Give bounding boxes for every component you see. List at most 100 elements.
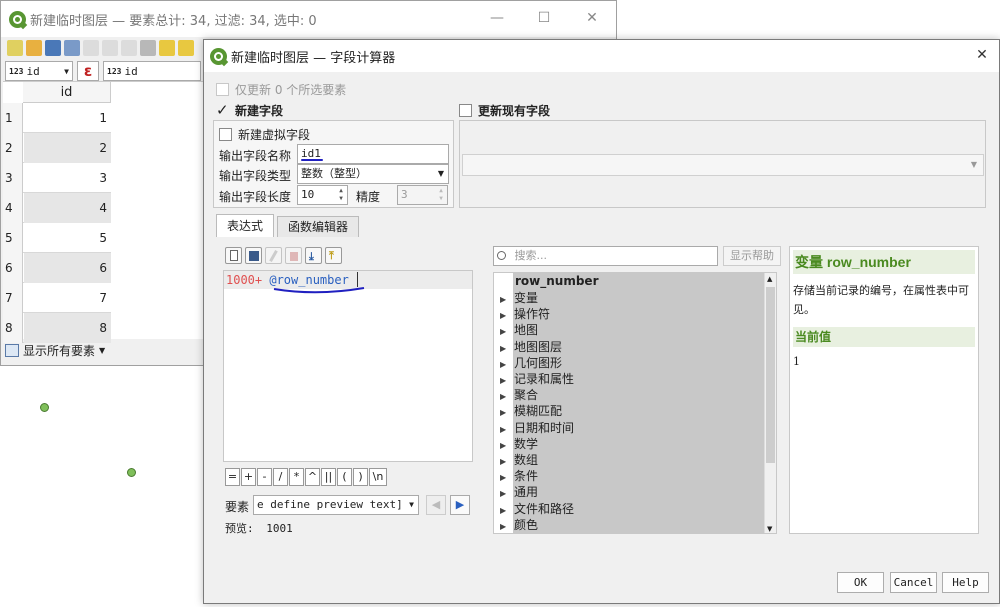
tree-item[interactable]: ▶ 数学 bbox=[500, 436, 538, 452]
export-icon[interactable]: ⤒ bbox=[325, 247, 342, 264]
table-row[interactable]: 22 bbox=[3, 133, 111, 163]
tree-item[interactable]: ▶ 通用 bbox=[500, 484, 538, 500]
row-number[interactable]: 1 bbox=[3, 103, 23, 133]
tree-item[interactable]: ▶ 地图图层 bbox=[500, 339, 562, 355]
cell-id[interactable]: 2 bbox=[24, 133, 111, 163]
map-point-feature[interactable] bbox=[40, 403, 49, 412]
tree-item-row-number[interactable]: row_number bbox=[515, 273, 598, 289]
cell-id[interactable]: 5 bbox=[24, 223, 111, 253]
row-number[interactable]: 7 bbox=[3, 283, 23, 313]
cut-icon[interactable] bbox=[102, 40, 118, 56]
cell-id[interactable]: 3 bbox=[24, 163, 111, 193]
existing-field-combo[interactable]: ▼ bbox=[462, 154, 984, 176]
operator-button[interactable]: ^ bbox=[305, 468, 320, 486]
row-number[interactable]: 6 bbox=[3, 253, 23, 283]
toggle-edit-icon[interactable] bbox=[7, 40, 23, 56]
previous-feature-button[interactable]: ◀ bbox=[426, 495, 446, 515]
select-all-icon[interactable] bbox=[178, 40, 194, 56]
paste-icon[interactable] bbox=[140, 40, 156, 56]
tab-expression[interactable]: 表达式 bbox=[216, 214, 275, 238]
operator-button[interactable]: * bbox=[289, 468, 304, 486]
cancel-button[interactable]: Cancel bbox=[890, 572, 937, 593]
help-button[interactable]: Help bbox=[942, 572, 989, 593]
cell-id[interactable]: 4 bbox=[24, 193, 111, 223]
spin-arrows-icon[interactable]: ▲ ▼ bbox=[336, 187, 346, 203]
scrollbar-thumb[interactable] bbox=[766, 287, 775, 463]
operator-button[interactable]: - bbox=[257, 468, 272, 486]
output-field-name-input[interactable]: id1 bbox=[297, 144, 449, 164]
tree-item[interactable]: ▶ 操作符 bbox=[500, 306, 550, 322]
row-number[interactable]: 5 bbox=[3, 223, 23, 253]
delete-icon[interactable] bbox=[285, 247, 302, 264]
edit-icon[interactable] bbox=[265, 247, 282, 264]
expression-editor[interactable]: 1000+ @row_number bbox=[223, 270, 473, 462]
output-field-type-select[interactable]: 整数（整型） ▼ bbox=[297, 164, 449, 184]
function-search-input[interactable]: 搜索... bbox=[493, 246, 718, 266]
table-row[interactable]: 11 bbox=[3, 103, 111, 133]
import-icon[interactable]: ⤓ bbox=[305, 247, 322, 264]
copy-icon[interactable] bbox=[121, 40, 137, 56]
operator-button[interactable]: ( bbox=[337, 468, 352, 486]
operator-button[interactable]: || bbox=[321, 468, 336, 486]
tree-item[interactable]: ▶ 聚合 bbox=[500, 387, 538, 403]
output-field-length-spinbox[interactable]: 10 ▲ ▼ bbox=[297, 185, 348, 205]
cell-id[interactable]: 8 bbox=[24, 313, 111, 343]
precision-spinbox[interactable]: 3 ▲ ▼ bbox=[397, 185, 448, 205]
table-row[interactable]: 55 bbox=[3, 223, 111, 253]
tree-item[interactable]: ▶ 数组 bbox=[500, 452, 538, 468]
row-number[interactable]: 2 bbox=[3, 133, 23, 163]
save-icon[interactable] bbox=[245, 247, 262, 264]
operator-button[interactable]: \n bbox=[369, 468, 387, 486]
create-new-field-checkbox[interactable]: ✓ 新建字段 bbox=[216, 102, 283, 119]
tree-item[interactable]: ▶ 模糊匹配 bbox=[500, 403, 562, 419]
field-select-combo[interactable]: 123 id ▼ bbox=[5, 61, 73, 81]
tab-function-editor[interactable]: 函数编辑器 bbox=[277, 216, 360, 238]
multi-edit-icon[interactable] bbox=[26, 40, 42, 56]
tree-item[interactable]: ▶ 条件 bbox=[500, 468, 538, 484]
tree-scrollbar[interactable]: ▲ ▼ bbox=[764, 273, 776, 533]
table-row[interactable]: 66 bbox=[3, 253, 111, 283]
operator-button[interactable]: + bbox=[241, 468, 256, 486]
only-update-selected-checkbox[interactable]: 仅更新 0 个所选要素 bbox=[216, 81, 346, 98]
row-number[interactable]: 4 bbox=[3, 193, 23, 223]
expression-input[interactable]: 123 id bbox=[103, 61, 201, 81]
next-feature-button[interactable]: ▶ bbox=[450, 495, 470, 515]
tree-item[interactable]: ▶ 几何图形 bbox=[500, 355, 562, 371]
operator-button[interactable]: / bbox=[273, 468, 288, 486]
operator-button[interactable]: = bbox=[225, 468, 240, 486]
minimize-icon[interactable]: — bbox=[487, 10, 507, 26]
map-point-feature[interactable] bbox=[127, 468, 136, 477]
feature-preview-select[interactable]: e define preview text] ▼ bbox=[253, 495, 419, 515]
cell-id[interactable]: 6 bbox=[24, 253, 111, 283]
operator-button[interactable]: ) bbox=[353, 468, 368, 486]
expand-arrow-icon[interactable]: ▶ bbox=[500, 519, 514, 533]
cell-id[interactable]: 1 bbox=[24, 103, 111, 133]
spin-arrows-icon[interactable]: ▲ ▼ bbox=[436, 187, 446, 203]
reload-icon[interactable] bbox=[64, 40, 80, 56]
tree-item[interactable]: ▶ 颜色 bbox=[500, 517, 538, 533]
update-existing-field-checkbox[interactable]: 更新现有字段 bbox=[459, 102, 550, 119]
scroll-up-icon[interactable]: ▲ bbox=[767, 275, 772, 283]
select-expression-icon[interactable] bbox=[159, 40, 175, 56]
cell-id[interactable]: 7 bbox=[24, 283, 111, 313]
new-file-icon[interactable] bbox=[225, 247, 242, 264]
table-row[interactable]: 33 bbox=[3, 163, 111, 193]
row-number[interactable]: 8 bbox=[3, 313, 23, 343]
tree-item[interactable]: ▶ 文件和路径 bbox=[500, 501, 574, 517]
table-row[interactable]: 77 bbox=[3, 283, 111, 313]
tree-item[interactable]: ▶ 日期和时间 bbox=[500, 420, 574, 436]
tree-item[interactable]: ▶ 记录和属性 bbox=[500, 371, 574, 387]
ok-button[interactable]: OK bbox=[837, 572, 884, 593]
row-number[interactable]: 3 bbox=[3, 163, 23, 193]
delete-feature-icon[interactable] bbox=[83, 40, 99, 56]
maximize-icon[interactable]: ☐ bbox=[534, 10, 554, 26]
expression-epsilon-icon[interactable]: ε bbox=[77, 61, 99, 81]
save-edits-icon[interactable] bbox=[45, 40, 61, 56]
show-help-button[interactable]: 显示帮助 bbox=[723, 246, 781, 266]
tree-item[interactable]: ▶ 地图 bbox=[500, 322, 538, 338]
table-row[interactable]: 44 bbox=[3, 193, 111, 223]
close-icon[interactable]: ✕ bbox=[582, 10, 602, 26]
close-icon[interactable]: ✕ bbox=[972, 47, 992, 63]
virtual-field-checkbox[interactable]: 新建虚拟字段 bbox=[219, 126, 310, 143]
column-header-id[interactable]: id bbox=[23, 82, 111, 103]
